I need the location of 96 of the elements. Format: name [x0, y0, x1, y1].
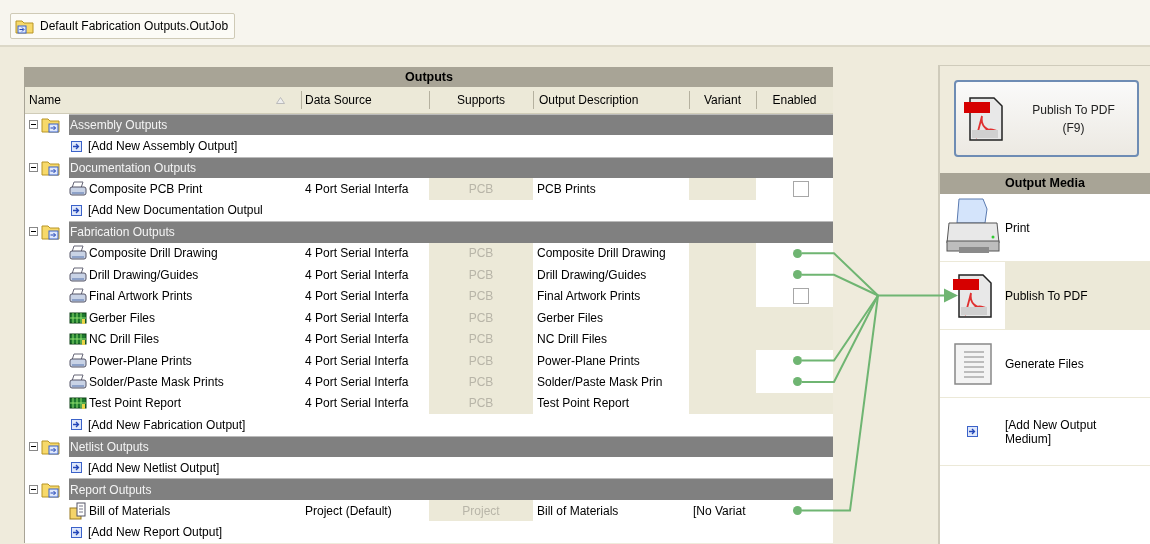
output-medium-item[interactable]: Publish To PDF — [940, 262, 1150, 330]
folder-icon — [41, 223, 61, 241]
column-header[interactable]: Supports — [429, 87, 533, 113]
output-name[interactable]: NC Drill Files — [25, 328, 301, 350]
group-header[interactable]: Assembly Outputs — [69, 114, 833, 136]
circuit-board-icon — [69, 310, 87, 325]
table-cell-text: Gerber Files — [536, 309, 605, 327]
collapse-icon[interactable] — [29, 227, 38, 237]
folder-icon — [41, 116, 61, 134]
column-header[interactable]: Output Description — [533, 87, 689, 113]
output-medium-item[interactable]: Generate Files — [940, 330, 1150, 398]
add-icon — [71, 419, 82, 431]
output-name[interactable]: Composite Drill Drawing — [25, 242, 301, 265]
column-header[interactable]: Data Source — [301, 87, 429, 113]
connection-dot-icon[interactable] — [793, 248, 802, 258]
output-name[interactable]: Final Artwork Prints — [25, 285, 301, 307]
table-cell-text: Power-Plane Prints — [536, 352, 641, 370]
table-cell-text: [No Variat — [692, 502, 747, 520]
output-medium-item[interactable]: Print — [940, 194, 1150, 262]
printer-icon — [69, 266, 87, 283]
output-name[interactable]: Test Point Report — [25, 392, 301, 415]
table-cell — [689, 242, 756, 265]
add-output-link[interactable]: [Add New Report Output] — [25, 521, 301, 543]
collapse-icon[interactable] — [29, 484, 38, 494]
output-name[interactable]: Gerber Files — [25, 306, 301, 329]
table-cell-text: 4 Port Serial Interfa — [304, 181, 410, 199]
collapse-icon[interactable] — [29, 120, 38, 130]
table-cell-text: Drill Drawing/Guides — [536, 266, 648, 284]
folder-icon — [41, 437, 61, 455]
connection-dot-icon[interactable] — [793, 356, 802, 366]
table-cell-text: 4 Port Serial Interfa — [304, 395, 410, 413]
add-icon — [71, 204, 82, 216]
output-name[interactable]: Solder/Paste Mask Prints — [25, 371, 301, 393]
table-cell-text: Project (Default) — [304, 502, 393, 520]
publish-button[interactable]: Publish To PDF (F9) — [954, 80, 1139, 157]
add-output-link[interactable]: [Add New Netlist Output] — [25, 457, 301, 479]
pdf-document-icon — [962, 95, 1006, 142]
output-medium-item[interactable]: [Add New Output Medium] — [940, 398, 1150, 466]
output-name[interactable]: Composite PCB Print — [25, 178, 301, 200]
add-icon — [71, 140, 82, 152]
table-cell-text: Composite Drill Drawing — [536, 245, 667, 263]
connection-dot-icon[interactable] — [793, 506, 802, 516]
enabled-checkbox[interactable] — [792, 181, 809, 198]
column-header[interactable]: Enabled — [756, 87, 833, 113]
table-title: Outputs — [25, 68, 833, 87]
table-cell-text: 4 Port Serial Interfa — [304, 288, 410, 306]
add-output-link[interactable]: [Add New Fabrication Output] — [25, 414, 301, 436]
folder-icon — [41, 480, 61, 498]
add-icon — [71, 526, 82, 538]
connection-dot-icon[interactable] — [793, 270, 802, 280]
collapse-icon[interactable] — [29, 163, 38, 173]
document-icon — [953, 342, 992, 385]
circuit-board-icon — [69, 396, 87, 411]
column-header[interactable]: Variant — [689, 87, 756, 113]
table-cell-text: NC Drill Files — [536, 331, 608, 349]
document-tab-label: Default Fabrication Outputs.OutJob — [40, 19, 229, 33]
sort-arrow-icon — [276, 96, 285, 104]
table-cell-text: 4 Port Serial Interfa — [304, 373, 410, 391]
group-header[interactable]: Netlist Outputs — [69, 435, 833, 457]
output-name[interactable]: Bill of Materials — [25, 499, 301, 522]
table-cell-text: Test Point Report — [536, 395, 631, 413]
table-cell-text: Bill of Materials — [536, 502, 620, 520]
folder-icon — [41, 159, 61, 177]
folder-icon — [15, 18, 35, 34]
group-header[interactable]: Fabrication Outputs — [69, 221, 833, 243]
output-name[interactable]: Drill Drawing/Guides — [25, 264, 301, 286]
table-cell-text: PCB Prints — [536, 181, 597, 199]
panel-title: Output Media — [940, 173, 1150, 194]
collapse-icon[interactable] — [29, 441, 38, 451]
pdf-document-icon — [950, 272, 995, 319]
add-icon — [967, 426, 978, 437]
connection-dot-icon[interactable] — [793, 377, 802, 387]
printer-icon — [69, 352, 87, 369]
table-cell-text: 4 Port Serial Interfa — [304, 245, 410, 263]
printer-icon — [69, 373, 87, 390]
table-cell-text: Final Artwork Prints — [536, 288, 642, 306]
add-output-link[interactable]: [Add New Documentation Outpul — [25, 199, 301, 222]
document-tab[interactable]: Default Fabrication Outputs.OutJob — [10, 13, 236, 39]
group-header[interactable]: Documentation Outputs — [69, 156, 833, 179]
output-name[interactable]: Power-Plane Prints — [25, 349, 301, 372]
add-output-link[interactable]: [Add New Assembly Output] — [25, 135, 301, 157]
table-cell-text: Solder/Paste Mask Prin — [536, 373, 664, 391]
report-icon — [69, 501, 87, 520]
printer-icon — [69, 245, 87, 262]
table-cell-text: 4 Port Serial Interfa — [304, 331, 410, 349]
table-cell — [689, 178, 756, 200]
column-header[interactable]: Name — [25, 87, 301, 113]
table-cell-text: 4 Port Serial Interfa — [304, 266, 410, 284]
printer-icon — [69, 288, 87, 305]
add-icon — [71, 462, 82, 474]
enabled-checkbox[interactable] — [792, 288, 809, 305]
circuit-board-icon — [69, 332, 87, 347]
table-cell-text: 4 Port Serial Interfa — [304, 352, 410, 370]
group-header[interactable]: Report Outputs — [69, 478, 833, 500]
table-cell-text: 4 Port Serial Interfa — [304, 309, 410, 327]
printer-icon — [69, 181, 87, 198]
